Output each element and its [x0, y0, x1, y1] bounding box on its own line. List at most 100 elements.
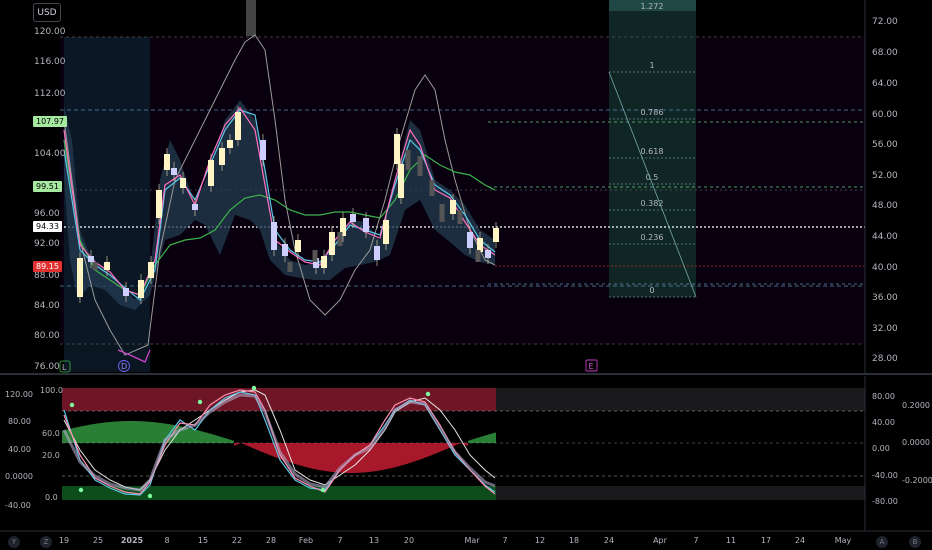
bottom-b-button[interactable]: B: [909, 536, 921, 548]
candle[interactable]: [171, 168, 177, 175]
candle[interactable]: [123, 288, 129, 296]
bottom-y-button[interactable]: Y: [8, 536, 20, 548]
hist-bar: [114, 421, 116, 443]
candle[interactable]: [363, 218, 369, 232]
hist-bar: [324, 443, 326, 471]
osc-left-label: 0.0000: [5, 472, 33, 481]
hist-bar: [308, 443, 310, 468]
bottom-z-button[interactable]: Z: [40, 536, 52, 548]
candle[interactable]: [271, 222, 277, 250]
hist-bar: [222, 437, 224, 443]
candle[interactable]: [329, 232, 335, 255]
hist-bar: [238, 443, 240, 444]
hist-bar: [272, 443, 274, 457]
hist-bar: [482, 436, 484, 443]
osc-left-label: 80.00: [8, 417, 31, 426]
candle[interactable]: [164, 154, 170, 170]
candle[interactable]: [398, 164, 404, 198]
candle[interactable]: [383, 220, 389, 244]
right-axis-label: 72.00: [872, 17, 898, 27]
hist-bar: [404, 443, 406, 465]
candle[interactable]: [235, 112, 241, 140]
hist-bar: [256, 443, 258, 450]
candle-dim: [312, 250, 318, 262]
candle[interactable]: [295, 240, 301, 252]
right-axis-label: 64.00: [872, 79, 898, 89]
time-axis-label: 8: [164, 536, 169, 545]
hist-bar: [80, 426, 82, 443]
osc-right-label: 40.00: [872, 418, 895, 427]
osc-right-label: 80.00: [872, 392, 895, 401]
candle[interactable]: [477, 238, 483, 252]
candle[interactable]: [485, 250, 491, 258]
hist-bar: [388, 443, 390, 469]
candle[interactable]: [77, 258, 83, 297]
candle[interactable]: [192, 204, 198, 210]
hist-bar: [186, 427, 188, 443]
hist-bar: [468, 440, 470, 443]
candle[interactable]: [88, 256, 94, 262]
time-axis-label: Mar: [464, 536, 480, 545]
time-axis-label: 15: [198, 536, 208, 545]
hist-bar: [128, 421, 130, 443]
hist-bar: [408, 443, 410, 464]
svg-text:L: L: [62, 363, 67, 372]
osc-left-label: 60.0: [42, 429, 60, 438]
candle-dim: [457, 210, 463, 224]
right-axis-label: 28.00: [872, 354, 898, 364]
hist-bar: [224, 438, 226, 443]
hist-bar: [328, 443, 330, 472]
candle[interactable]: [450, 200, 456, 214]
hist-bar: [392, 443, 394, 468]
candle[interactable]: [208, 160, 214, 186]
chart-canvas[interactable]: 1.27210.7860.6180.50.3820.2360 120.00116…: [0, 0, 932, 550]
candle[interactable]: [350, 214, 356, 222]
candle[interactable]: [227, 140, 233, 148]
candle[interactable]: [219, 148, 225, 165]
hist-bar: [326, 443, 328, 472]
time-axis-label: 7: [502, 536, 507, 545]
hist-bar: [264, 443, 266, 454]
candle[interactable]: [260, 140, 266, 160]
hist-bar: [396, 443, 398, 467]
right-axis-label: 52.00: [872, 171, 898, 181]
hist-bar: [380, 443, 382, 471]
candle[interactable]: [104, 262, 110, 270]
hist-bar: [484, 435, 486, 443]
hist-bar: [98, 423, 100, 443]
hist-bar: [130, 421, 132, 443]
hist-bar: [422, 443, 424, 459]
hist-bar: [104, 422, 106, 443]
candle[interactable]: [138, 280, 144, 298]
candle[interactable]: [180, 178, 186, 188]
price-tag-low: 89.15: [33, 261, 62, 272]
right-axis-label: 68.00: [872, 48, 898, 58]
candle[interactable]: [321, 256, 327, 268]
hist-bar: [490, 433, 492, 443]
currency-button[interactable]: USD: [33, 3, 61, 22]
hist-bar: [214, 435, 216, 443]
hist-bar: [100, 422, 102, 443]
hist-bar: [374, 443, 376, 472]
hist-bar: [266, 443, 268, 454]
hist-bar: [424, 443, 426, 458]
osc-left-label: 20.0: [42, 451, 60, 460]
hist-bar: [398, 443, 400, 467]
candle[interactable]: [282, 244, 288, 256]
hist-bar: [254, 443, 256, 449]
candle[interactable]: [374, 246, 380, 260]
hist-bar: [158, 422, 160, 443]
bottom-a-button[interactable]: A: [876, 536, 888, 548]
hist-bar: [472, 439, 474, 443]
hist-bar: [136, 421, 138, 443]
candle[interactable]: [394, 134, 400, 164]
candle[interactable]: [156, 190, 162, 218]
candle[interactable]: [493, 228, 499, 242]
hist-bar: [122, 421, 124, 443]
hist-bar: [478, 437, 480, 443]
candle[interactable]: [467, 232, 473, 248]
hist-bar: [358, 443, 360, 473]
svg-text:E: E: [589, 362, 594, 371]
candle[interactable]: [148, 262, 154, 278]
hist-bar: [486, 434, 488, 443]
